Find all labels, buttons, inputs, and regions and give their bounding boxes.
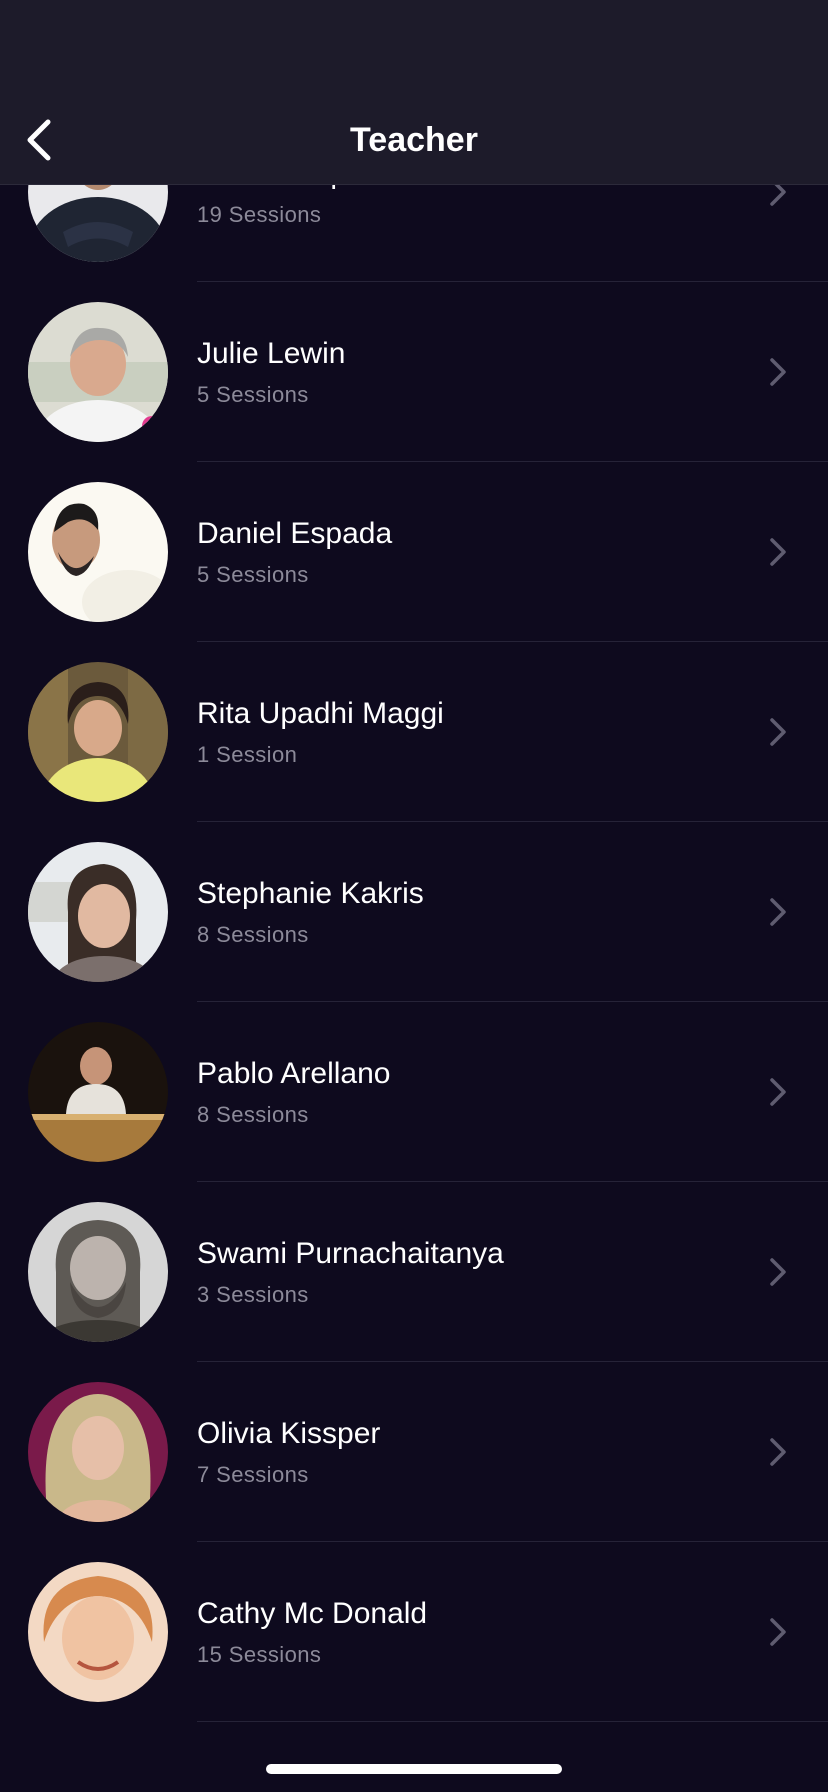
- teacher-row-6[interactable]: Swami Purnachaitanya 3 Sessions: [0, 1182, 828, 1362]
- teacher-avatar: [28, 662, 168, 802]
- chevron-right-icon: [770, 1618, 786, 1646]
- teacher-row-3[interactable]: Rita Upadhi Maggi 1 Session: [0, 642, 828, 822]
- teacher-name: Stephanie Kakris: [197, 877, 424, 910]
- page-title: Teacher: [350, 121, 478, 159]
- chevron-right-icon: [770, 358, 786, 386]
- teacher-avatar: [28, 1202, 168, 1342]
- teacher-name: Pablo Arellano: [197, 1057, 391, 1090]
- chevron-right-icon: [770, 1078, 786, 1106]
- teacher-session-count: 7 Sessions: [197, 1462, 309, 1487]
- teacher-avatar: [28, 842, 168, 982]
- teacher-name: Julie Lewin: [197, 337, 346, 370]
- home-indicator[interactable]: [266, 1764, 562, 1774]
- chevron-right-icon: [770, 1438, 786, 1466]
- navigation-bar: Teacher: [0, 0, 828, 185]
- avatar-photo: [28, 662, 168, 802]
- teacher-name: Rita Upadhi Maggi: [197, 697, 444, 730]
- teacher-session-count: 5 Sessions: [197, 382, 309, 407]
- avatar-photo: [28, 482, 168, 622]
- avatar-photo: [28, 1022, 168, 1162]
- teacher-list-screen: Jason Stephenson 19 Sessions Julie Lewin: [0, 0, 828, 1792]
- avatar-photo: [28, 1202, 168, 1342]
- teacher-session-count: 15 Sessions: [197, 1642, 322, 1667]
- teacher-name: Swami Purnachaitanya: [197, 1237, 504, 1270]
- teacher-avatar: [28, 1562, 168, 1702]
- chevron-right-icon: [770, 538, 786, 566]
- teacher-row-2[interactable]: Daniel Espada 5 Sessions: [0, 462, 828, 642]
- teacher-name: Cathy Mc Donald: [197, 1597, 428, 1630]
- chevron-right-icon: [770, 718, 786, 746]
- avatar-photo: [28, 842, 168, 982]
- teacher-name: Daniel Espada: [197, 517, 393, 550]
- teacher-session-count: 8 Sessions: [197, 922, 309, 947]
- teacher-session-count: 1 Session: [197, 742, 298, 767]
- teacher-avatar: [28, 1022, 168, 1162]
- avatar-photo: [28, 1562, 168, 1702]
- teacher-row-8[interactable]: Cathy Mc Donald 15 Sessions: [0, 1542, 828, 1722]
- teacher-session-count: 19 Sessions: [197, 202, 322, 227]
- teacher-avatar: [28, 1382, 168, 1522]
- teacher-session-count: 8 Sessions: [197, 1102, 309, 1127]
- avatar-photo: [28, 1382, 168, 1522]
- chevron-right-icon: [770, 898, 786, 926]
- teacher-row-4[interactable]: Stephanie Kakris 8 Sessions: [0, 822, 828, 1002]
- teacher-row-1[interactable]: Julie Lewin 5 Sessions: [0, 282, 828, 462]
- chevron-right-icon: [770, 1258, 786, 1286]
- teacher-session-count: 5 Sessions: [197, 562, 309, 587]
- row-divider: [197, 1721, 828, 1722]
- teacher-avatar: [28, 482, 168, 622]
- teacher-avatar: [28, 302, 168, 442]
- teacher-row-7[interactable]: Olivia Kissper 7 Sessions: [0, 1362, 828, 1542]
- teacher-name: Olivia Kissper: [197, 1417, 381, 1450]
- avatar-photo: [28, 302, 168, 442]
- teacher-session-count: 3 Sessions: [197, 1282, 309, 1307]
- teacher-row-5[interactable]: Pablo Arellano 8 Sessions: [0, 1002, 828, 1182]
